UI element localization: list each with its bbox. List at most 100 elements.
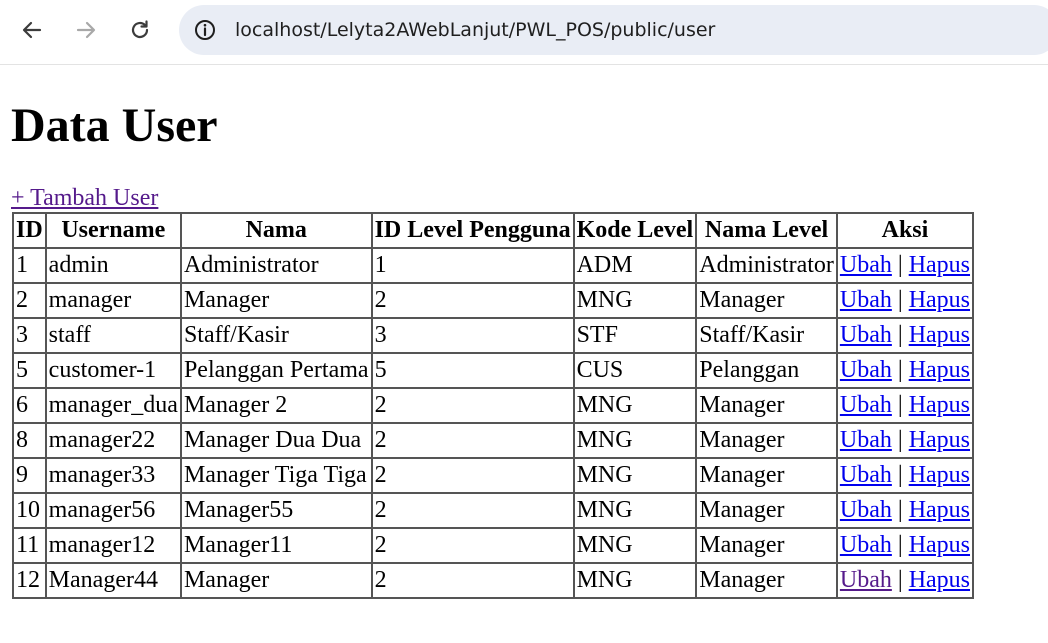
action-separator: | — [897, 357, 903, 383]
cell-nama: Manager Dua Dua — [180, 423, 372, 458]
cell-actions: Ubah | Hapus — [836, 423, 974, 458]
cell-nama: Pelanggan Pertama — [180, 353, 372, 388]
delete-link[interactable]: Hapus — [909, 357, 970, 383]
cell-level-id: 2 — [371, 423, 574, 458]
cell-username: admin — [45, 248, 181, 283]
cell-level-nama: Administrator — [696, 248, 837, 283]
cell-level-kode: MNG — [573, 388, 697, 423]
edit-link[interactable]: Ubah — [840, 287, 892, 313]
url-text[interactable]: localhost/Lelyta2AWebLanjut/PWL_POS/publ… — [235, 18, 715, 42]
cell-username: staff — [45, 318, 181, 353]
action-separator: | — [897, 252, 903, 278]
delete-link[interactable]: Hapus — [909, 287, 970, 313]
table-row: 8 manager22 Manager Dua Dua 2 MNG Manager Ubah… — [13, 423, 974, 458]
cell-id: 9 — [13, 458, 46, 493]
edit-link[interactable]: Ubah — [840, 357, 892, 383]
cell-level-id: 1 — [371, 248, 574, 283]
cell-nama: Manager11 — [180, 528, 372, 563]
cell-level-kode: STF — [573, 318, 697, 353]
action-separator: | — [897, 427, 903, 453]
cell-nama: Staff/Kasir — [180, 318, 372, 353]
edit-link[interactable]: Ubah — [840, 427, 892, 453]
cell-level-nama: Pelanggan — [696, 353, 837, 388]
edit-link[interactable]: Ubah — [840, 567, 892, 593]
cell-level-kode: MNG — [573, 493, 697, 528]
action-separator: | — [897, 287, 903, 313]
delete-link[interactable]: Hapus — [909, 567, 970, 593]
cell-level-kode: MNG — [573, 283, 697, 318]
cell-username: customer-1 — [45, 353, 181, 388]
cell-id: 2 — [13, 283, 46, 318]
browser-toolbar: localhost/Lelyta2AWebLanjut/PWL_POS/publ… — [0, 0, 1048, 65]
edit-link[interactable]: Ubah — [840, 497, 892, 523]
cell-level-nama: Manager — [696, 423, 837, 458]
column-header-username: Username — [45, 213, 181, 248]
cell-actions: Ubah | Hapus — [836, 353, 974, 388]
delete-link[interactable]: Hapus — [909, 462, 970, 488]
table-row: 10 manager56 Manager55 2 MNG Manager Ubah | Ha… — [13, 493, 974, 528]
cell-nama: Manager — [180, 283, 372, 318]
cell-level-kode: MNG — [573, 528, 697, 563]
table-row: 6 manager_dua Manager 2 2 MNG Manager Ubah | H… — [13, 388, 974, 423]
cell-level-id: 5 — [371, 353, 574, 388]
cell-id: 6 — [13, 388, 46, 423]
edit-link[interactable]: Ubah — [840, 252, 892, 278]
column-header-id: ID — [13, 213, 46, 248]
cell-nama: Manager55 — [180, 493, 372, 528]
edit-link[interactable]: Ubah — [840, 462, 892, 488]
delete-link[interactable]: Hapus — [909, 497, 970, 523]
cell-level-id: 2 — [371, 283, 574, 318]
cell-username: manager33 — [45, 458, 181, 493]
cell-level-kode: CUS — [573, 353, 697, 388]
cell-level-nama: Manager — [696, 493, 837, 528]
table-row: 12 Manager44 Manager 2 MNG Manager Ubah | Hapu… — [13, 563, 974, 598]
cell-level-nama: Manager — [696, 528, 837, 563]
page-title: Data User — [11, 99, 218, 152]
cell-level-nama: Manager — [696, 388, 837, 423]
edit-link[interactable]: Ubah — [840, 532, 892, 558]
table-row: 3 staff Staff/Kasir 3 STF Staff/Kasir Ubah | H… — [13, 318, 974, 353]
table-row: 5 customer-1 Pelanggan Pertama 5 CUS Pelangga… — [13, 353, 974, 388]
cell-actions: Ubah | Hapus — [836, 318, 974, 353]
cell-username: manager_dua — [45, 388, 181, 423]
column-header-nama: Nama — [180, 213, 372, 248]
info-icon[interactable] — [193, 18, 217, 42]
cell-nama: Manager 2 — [180, 388, 372, 423]
delete-link[interactable]: Hapus — [909, 427, 970, 453]
action-separator: | — [897, 567, 903, 593]
cell-id: 8 — [13, 423, 46, 458]
cell-username: manager56 — [45, 493, 181, 528]
delete-link[interactable]: Hapus — [909, 322, 970, 348]
column-header-nama-level: Nama Level — [696, 213, 837, 248]
edit-link[interactable]: Ubah — [840, 392, 892, 418]
cell-id: 3 — [13, 318, 46, 353]
cell-level-id: 2 — [371, 458, 574, 493]
table-row: 1 admin Administrator 1 ADM Administrator Ubah… — [13, 248, 974, 283]
reload-icon — [131, 20, 149, 39]
cell-id: 5 — [13, 353, 46, 388]
action-separator: | — [897, 392, 903, 418]
cell-level-kode: MNG — [573, 563, 697, 598]
table-row: 2 manager Manager 2 MNG Manager Ubah | Hapus — [13, 283, 974, 318]
delete-link[interactable]: Hapus — [909, 252, 970, 278]
cell-nama: Administrator — [180, 248, 372, 283]
column-header-kode-level: Kode Level — [573, 213, 697, 248]
cell-username: manager12 — [45, 528, 181, 563]
cell-level-nama: Manager — [696, 283, 837, 318]
cell-level-nama: Staff/Kasir — [696, 318, 837, 353]
back-button[interactable] — [16, 14, 48, 46]
cell-level-id: 2 — [371, 388, 574, 423]
cell-username: Manager44 — [45, 563, 181, 598]
cell-id: 10 — [13, 493, 46, 528]
edit-link[interactable]: Ubah — [840, 322, 892, 348]
cell-level-id: 2 — [371, 493, 574, 528]
cell-actions: Ubah | Hapus — [836, 388, 974, 423]
reload-button[interactable] — [124, 14, 156, 46]
forward-button[interactable] — [70, 14, 102, 46]
add-user-link[interactable]: + Tambah User — [11, 184, 158, 212]
delete-link[interactable]: Hapus — [909, 532, 970, 558]
cell-actions: Ubah | Hapus — [836, 493, 974, 528]
cell-level-kode: MNG — [573, 458, 697, 493]
address-bar[interactable]: localhost/Lelyta2AWebLanjut/PWL_POS/publ… — [179, 5, 1048, 55]
delete-link[interactable]: Hapus — [909, 392, 970, 418]
